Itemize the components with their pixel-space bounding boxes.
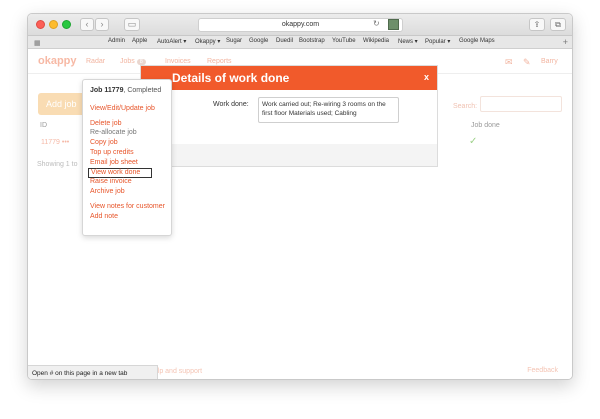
showing-entries-text: Showing 1 to (37, 161, 78, 168)
title-bar: ‹ › ▭ okappy.com ↻ ⇪ ⧉ (28, 14, 572, 36)
bookmark-youtube[interactable]: YouTube (332, 38, 356, 44)
minimize-window-button[interactable] (49, 20, 58, 29)
table-row-id[interactable]: 11779 ••• (41, 139, 69, 146)
bookmark-okappy[interactable]: Okappy ▾ (195, 38, 220, 45)
back-button[interactable]: ‹ (80, 18, 94, 31)
search-label: Search: (453, 103, 478, 110)
page-thumbnail-icon (388, 19, 399, 30)
nav-invoices[interactable]: Invoices (165, 58, 191, 65)
menu-item-archive-job[interactable]: Archive job (90, 188, 125, 195)
nav-radar[interactable]: Radar (86, 58, 105, 65)
menu-item-view-edit-update-job[interactable]: View/Edit/Update job (90, 105, 155, 112)
nav-jobs[interactable]: Jobs 8 (120, 58, 146, 65)
bookmark-apple[interactable]: Apple (132, 38, 147, 44)
search-input[interactable] (480, 96, 562, 112)
menu-job-status: , Completed (123, 87, 162, 94)
grid-icon[interactable]: ▦ (34, 39, 41, 47)
modal-body: Work done: Work carried out; Re-wiring 3… (141, 90, 437, 144)
menu-item-copy-job[interactable]: Copy job (90, 139, 118, 146)
add-job-button[interactable]: Add job (38, 93, 88, 115)
job-id: 11779 (41, 139, 60, 146)
okappy-logo[interactable]: okappy (38, 55, 77, 67)
column-header-id: ID (40, 122, 47, 129)
bookmark-wikipedia[interactable]: Wikipedia (363, 38, 389, 44)
user-menu[interactable]: Barry (541, 58, 558, 65)
menu-item-re-allocate-job[interactable]: Re-allocate job (90, 129, 137, 136)
nav-reports[interactable]: Reports (207, 58, 232, 65)
modal-title: Details of work done (172, 71, 290, 85)
work-done-modal: Details of work done x Work done: Work c… (140, 65, 438, 167)
forward-button[interactable]: › (95, 18, 109, 31)
bookmark-admin[interactable]: Admin (108, 38, 125, 44)
menu-item-delete-job[interactable]: Delete job (90, 120, 122, 127)
edit-icon[interactable]: ✎ (523, 57, 531, 68)
bookmarks-bar: ▦ Admin Apple AutoAlert ▾ Okappy ▾ Sugar… (28, 36, 572, 49)
close-window-button[interactable] (36, 20, 45, 29)
feedback-link[interactable]: Feedback (527, 367, 558, 374)
sidebar-toggle-icon[interactable]: ▭ (124, 18, 140, 31)
share-icon[interactable]: ⇪ (529, 18, 545, 31)
bookmark-duedil[interactable]: Duedil (276, 38, 293, 44)
row-actions-icon[interactable]: ••• (62, 139, 69, 146)
modal-header: Details of work done x (141, 66, 437, 90)
nav-jobs-label: Jobs (120, 58, 135, 65)
work-done-textarea[interactable]: Work carried out; Re-wiring 3 rooms on t… (258, 97, 399, 123)
bookmark-bootstrap[interactable]: Bootstrap (299, 38, 325, 44)
menu-job-header: Job 11779, Completed (90, 87, 161, 94)
bookmark-google[interactable]: Google (249, 38, 268, 44)
add-bookmark-icon[interactable]: + (563, 37, 568, 47)
menu-item-raise-invoice[interactable]: Raise invoice (90, 178, 132, 185)
bookmark-news[interactable]: News ▾ (398, 38, 418, 45)
work-done-label: Work done: (213, 101, 249, 108)
job-actions-menu: Job 11779, Completed View/Edit/Update jo… (82, 79, 172, 236)
zoom-window-button[interactable] (62, 20, 71, 29)
bookmark-autoalert[interactable]: AutoAlert ▾ (157, 38, 186, 45)
menu-item-view-notes-for-customer[interactable]: View notes for customer (90, 203, 165, 210)
menu-item-view-work-done[interactable]: View work done (88, 168, 152, 178)
reload-icon[interactable]: ↻ (373, 19, 380, 28)
job-done-check-icon: ✓ (469, 136, 478, 147)
bookmark-popular[interactable]: Popular ▾ (425, 38, 450, 45)
menu-item-top-up-credits[interactable]: Top up credits (90, 149, 134, 156)
menu-item-add-note[interactable]: Add note (90, 213, 118, 220)
modal-close-button[interactable]: x (424, 72, 429, 82)
bookmark-sugar[interactable]: Sugar (226, 38, 242, 44)
column-header-job-done: Job done (471, 122, 500, 129)
menu-item-email-job-sheet[interactable]: Email job sheet (90, 159, 138, 166)
tabs-overview-icon[interactable]: ⧉ (550, 18, 566, 31)
bookmark-google-maps[interactable]: Google Maps (459, 38, 495, 44)
menu-job-number: Job 11779 (90, 87, 124, 94)
chat-icon[interactable]: ✉ (505, 57, 513, 68)
status-bar: Open # on this page in a new tab (28, 365, 158, 379)
